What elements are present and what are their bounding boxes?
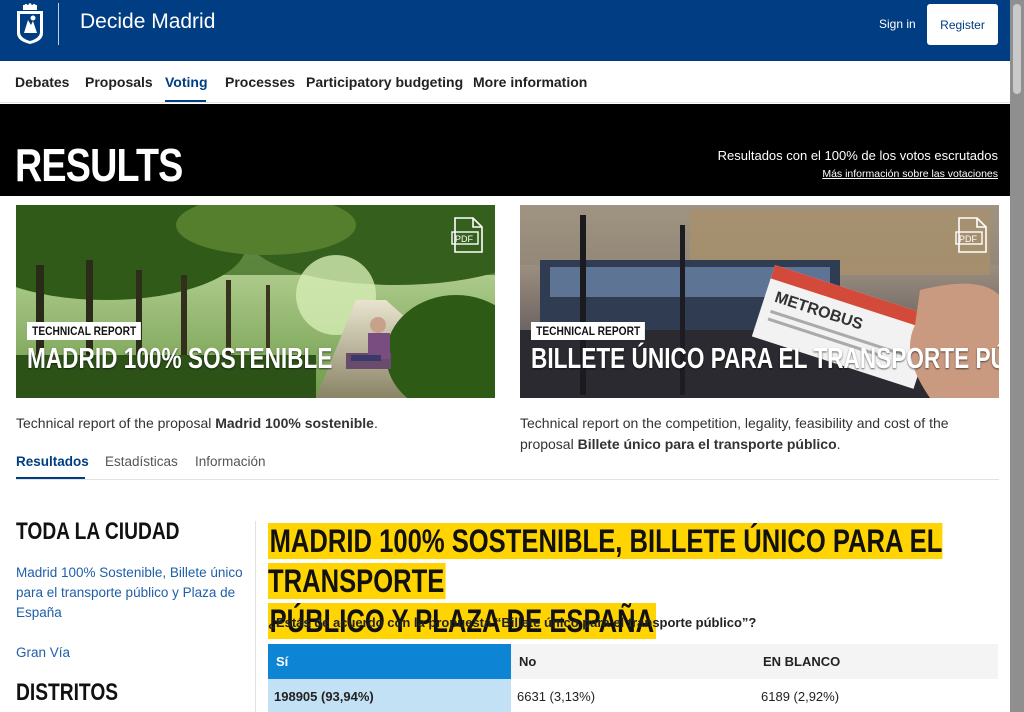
table-header-row: Sí No EN BLANCO bbox=[268, 644, 998, 679]
more-info-link[interactable]: Más información sobre las votaciones bbox=[718, 168, 998, 180]
table-row: 198905 (93,94%) 6631 (3,13%) 6189 (2,92%… bbox=[268, 679, 998, 712]
cell-blank-votes: 6189 (2,92%) bbox=[761, 689, 840, 704]
main-nav: Debates Proposals Voting Processes Parti… bbox=[0, 61, 1010, 103]
pdf-icon[interactable]: PDF bbox=[953, 217, 989, 253]
page: Decide Madrid Sign in Register Debates P… bbox=[0, 0, 1010, 712]
cell-no-votes: 6631 (3,13%) bbox=[517, 689, 596, 704]
sidebar-divider bbox=[255, 521, 256, 712]
proposal-name: Billete único para el transporte público bbox=[577, 436, 837, 452]
nav-voting[interactable]: Voting bbox=[165, 74, 208, 90]
proposal-name: Madrid 100% sostenible bbox=[215, 415, 374, 431]
results-status: Resultados con el 100% de los votos escr… bbox=[717, 148, 998, 163]
sidebar-heading-districts: DISTRITOS bbox=[16, 679, 119, 706]
description-text: Technical report of the proposal bbox=[16, 415, 216, 431]
technical-report-badge: TECHNICAL REPORT bbox=[27, 322, 142, 340]
nav-proposals[interactable]: Proposals bbox=[85, 74, 153, 90]
nav-participatory-budgeting[interactable]: Participatory budgeting bbox=[306, 74, 463, 90]
tab-estadisticas[interactable]: Estadísticas bbox=[105, 454, 178, 469]
sidebar-link-gran-via[interactable]: Gran Vía bbox=[16, 643, 246, 663]
sidebar-heading-city: TODA LA CIUDAD bbox=[16, 518, 180, 545]
cell-yes-votes: 198905 (93,94%) bbox=[268, 679, 511, 712]
tab-resultados[interactable]: Resultados bbox=[16, 454, 89, 469]
results-banner: RESULTS Resultados con el 100% de los vo… bbox=[0, 104, 1010, 196]
site-brand[interactable]: Decide Madrid bbox=[80, 10, 215, 34]
svg-text:PDF: PDF bbox=[959, 234, 978, 244]
banner-info: Resultados con el 100% de los votos escr… bbox=[718, 148, 998, 180]
description-end: . bbox=[373, 415, 378, 431]
report-card-madrid-sostenible[interactable]: PDF TECHNICAL REPORT MADRID 100% SOSTENI… bbox=[16, 205, 495, 398]
card-title[interactable]: BILLETE ÚNICO PARA EL TRANSPORTE PÚBLICO bbox=[531, 345, 999, 374]
register-button[interactable]: Register bbox=[927, 4, 998, 45]
card-title[interactable]: MADRID 100% SOSTENIBLE bbox=[27, 345, 332, 374]
nav-debates[interactable]: Debates bbox=[15, 74, 69, 90]
sign-in-link[interactable]: Sign in bbox=[879, 17, 916, 31]
nav-more-information[interactable]: More information bbox=[473, 74, 587, 90]
svg-text:PDF: PDF bbox=[455, 234, 474, 244]
madrid-logo-icon[interactable] bbox=[14, 3, 46, 45]
pdf-icon[interactable]: PDF bbox=[449, 217, 485, 253]
column-blank: EN BLANCO bbox=[755, 644, 998, 679]
report-card-billete-unico[interactable]: METROBUS PDF TECHNICAL REPORT BILLETE ÚN… bbox=[520, 205, 999, 398]
nav-processes[interactable]: Processes bbox=[225, 74, 295, 90]
description-end: . bbox=[836, 436, 841, 452]
technical-report-badge: TECHNICAL REPORT bbox=[531, 322, 646, 340]
results-table: Sí No EN BLANCO 198905 (93,94%) 6631 (3,… bbox=[268, 644, 998, 712]
logo-divider bbox=[58, 3, 59, 45]
column-no: No bbox=[511, 644, 755, 679]
column-yes: Sí bbox=[268, 644, 511, 679]
card-description: Technical report on the competition, leg… bbox=[520, 413, 1000, 455]
scrollbar-thumb[interactable] bbox=[1013, 4, 1021, 94]
tabs-divider bbox=[16, 479, 999, 480]
top-header: Decide Madrid Sign in Register bbox=[0, 0, 1010, 61]
card-description: Technical report of the proposal Madrid … bbox=[16, 413, 496, 434]
scrollbar[interactable] bbox=[1010, 0, 1024, 712]
results-heading-line-1: MADRID 100% SOSTENIBLE, BILLETE ÚNICO PA… bbox=[268, 523, 943, 599]
nav-active-indicator bbox=[165, 100, 206, 102]
ballot-question: ¿Estás de acuerdo con la propuesta “Bill… bbox=[268, 615, 757, 630]
sidebar-link-city-results[interactable]: Madrid 100% Sostenible, Billete único pa… bbox=[16, 563, 246, 623]
page-title: RESULTS bbox=[15, 139, 183, 191]
tab-informacion[interactable]: Información bbox=[195, 454, 266, 469]
